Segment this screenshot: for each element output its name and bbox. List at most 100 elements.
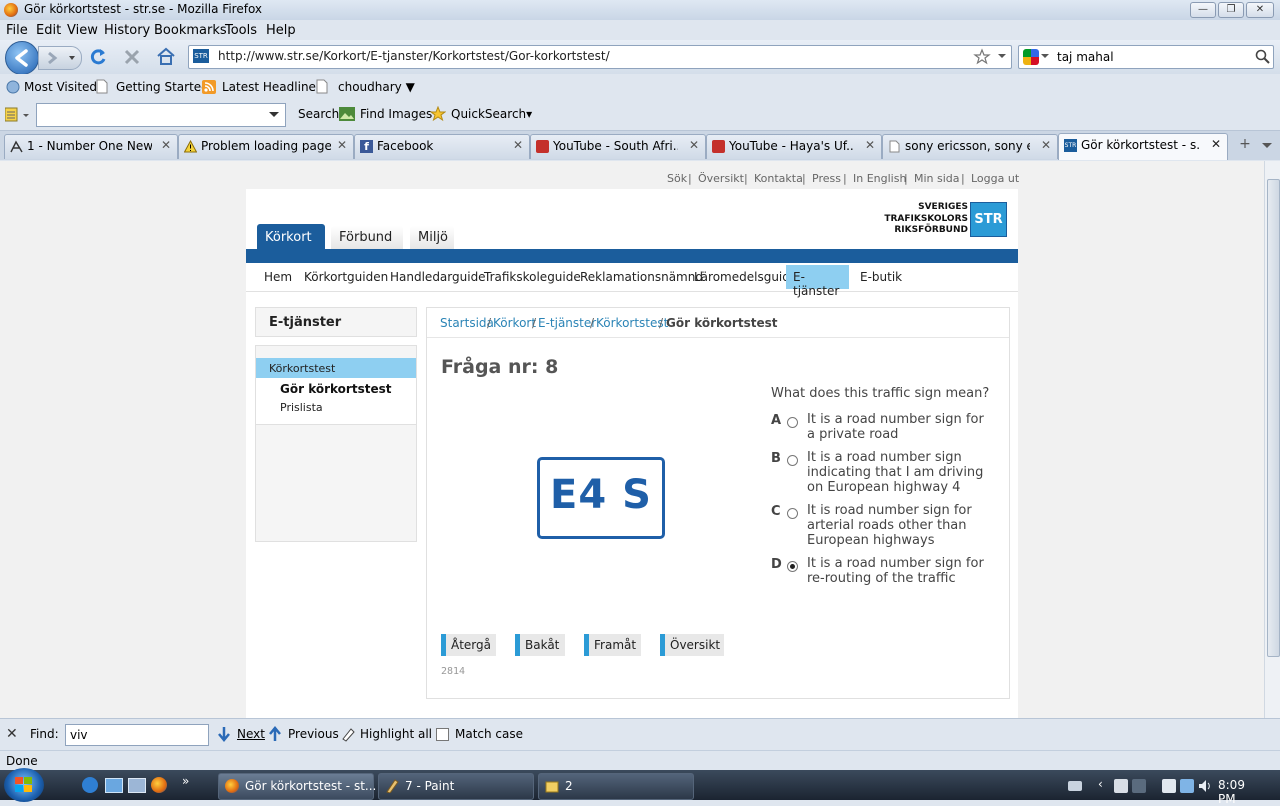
subnav-trafikskoleguide[interactable]: Trafikskoleguide: [484, 270, 581, 284]
reload-icon[interactable]: [88, 47, 108, 67]
combobox-dropdown-icon[interactable]: [269, 112, 279, 118]
tab-number-one-news[interactable]: 1 - Number One New... ✕: [4, 134, 178, 159]
back-button[interactable]: [5, 41, 39, 75]
main-tab-forbund[interactable]: Förbund: [331, 226, 403, 249]
forward-button[interactable]: [38, 46, 82, 70]
main-tab-miljo[interactable]: Miljö: [410, 226, 454, 249]
search-value[interactable]: taj mahal: [1057, 50, 1114, 64]
taskbar-item-paint[interactable]: 7 - Paint: [378, 773, 534, 800]
close-window-button[interactable]: ✕: [1246, 2, 1274, 18]
home-icon[interactable]: [155, 46, 177, 66]
framat-button[interactable]: Framåt: [584, 634, 641, 656]
engine-dropdown-icon[interactable]: [1041, 54, 1049, 60]
util-link-in-english[interactable]: In English: [853, 172, 906, 185]
tray-app-icon[interactable]: [1162, 779, 1176, 793]
close-tab-icon[interactable]: ✕: [513, 138, 523, 152]
tray-app-icon[interactable]: [1132, 779, 1146, 793]
bookmark-getting-started[interactable]: Getting Started: [116, 80, 209, 94]
arrow-up-icon[interactable]: [267, 726, 283, 742]
network-icon[interactable]: [1180, 779, 1194, 793]
subnav-reklamationsnamnd[interactable]: Reklamationsnämnd: [580, 270, 703, 284]
util-link-press[interactable]: Press: [812, 172, 841, 185]
util-link-oversikt[interactable]: Översikt: [698, 172, 744, 185]
ie-icon[interactable]: [82, 777, 98, 793]
toolbar-search-combobox[interactable]: [36, 103, 286, 127]
new-tab-button[interactable]: +: [1232, 136, 1258, 156]
sidebar-item-gor-korkortstest[interactable]: Gör körkortstest: [280, 382, 391, 396]
start-button[interactable]: [4, 768, 44, 802]
google-engine-icon[interactable]: [1023, 49, 1039, 65]
scrollbar-thumb[interactable]: [1267, 179, 1280, 657]
option-radio[interactable]: [787, 455, 798, 466]
subnav-korkortguiden[interactable]: Körkortguiden: [304, 270, 388, 284]
arrow-down-icon[interactable]: [216, 726, 232, 742]
switch-windows-icon[interactable]: [128, 778, 146, 793]
toolbar-menu-icon[interactable]: [5, 107, 29, 123]
str-logo-mark[interactable]: STR: [970, 202, 1007, 237]
tab-problem-loading[interactable]: Problem loading page ✕: [178, 134, 354, 159]
volume-icon[interactable]: [1198, 779, 1212, 793]
bookmark-latest-headlines[interactable]: Latest Headlines: [222, 80, 322, 94]
tab-youtube-south-africa[interactable]: YouTube - South Afri... ✕: [530, 134, 706, 159]
stop-icon[interactable]: [122, 47, 142, 67]
match-case-checkbox[interactable]: [436, 728, 449, 741]
close-tab-icon[interactable]: ✕: [1211, 137, 1221, 151]
bookmark-most-visited[interactable]: Most Visited: [24, 80, 97, 94]
tab-list-icon[interactable]: [1262, 143, 1272, 149]
toolbar-search-button[interactable]: Search: [298, 107, 339, 121]
url-dropdown-icon[interactable]: [997, 53, 1007, 61]
subnav-handledarguide[interactable]: Handledarguide: [390, 270, 486, 284]
maximize-button[interactable]: ❐: [1218, 2, 1244, 18]
atergaa-button[interactable]: Återgå: [441, 634, 496, 656]
option-radio-selected[interactable]: [787, 561, 798, 572]
tab-sony-ericsson[interactable]: sony ericsson, sony e... ✕: [882, 134, 1058, 159]
close-tab-icon[interactable]: ✕: [689, 138, 699, 152]
bakat-button[interactable]: Bakåt: [515, 634, 565, 656]
search-input[interactable]: taj mahal: [1018, 45, 1274, 69]
taskbar-item-firefox[interactable]: Gör körkortstest - st...: [218, 773, 376, 800]
keyboard-icon[interactable]: [1068, 781, 1082, 791]
url-text[interactable]: http://www.str.se/Korkort/E-tjanster/Kor…: [218, 49, 610, 63]
close-tab-icon[interactable]: ✕: [865, 138, 875, 152]
find-images-button[interactable]: Find Images: [360, 107, 432, 121]
menu-help[interactable]: Help: [266, 23, 296, 38]
bookmark-choudhary[interactable]: choudhary ▼: [338, 80, 415, 94]
show-desktop-icon[interactable]: [105, 778, 123, 793]
option-radio[interactable]: [787, 417, 798, 428]
subnav-e-butik[interactable]: E-butik: [860, 270, 902, 284]
bookmark-star-icon[interactable]: [973, 48, 991, 66]
util-link-logga-ut[interactable]: Logga ut: [971, 172, 1019, 185]
breadcrumb-e-tjanster[interactable]: E-tjänster: [538, 316, 596, 330]
util-link-kontakta[interactable]: Kontakta: [754, 172, 803, 185]
menu-edit[interactable]: Edit: [36, 23, 61, 38]
menu-bookmarks[interactable]: Bookmarks: [154, 23, 227, 38]
subnav-laromedelsguide[interactable]: Läromedelsguide: [694, 270, 797, 284]
subnav-e-tjanster[interactable]: E-tjänster: [786, 265, 849, 298]
subnav-hem[interactable]: Hem: [264, 270, 292, 284]
vertical-scrollbar[interactable]: [1264, 161, 1280, 718]
find-previous-button[interactable]: Previous: [288, 727, 339, 741]
breadcrumb-startsida[interactable]: Startsida: [440, 316, 494, 330]
tray-app-icon[interactable]: [1114, 779, 1128, 793]
menu-file[interactable]: File: [6, 23, 28, 38]
clock[interactable]: 8:09 PM: [1218, 778, 1260, 806]
tab-youtube-haya[interactable]: YouTube - Haya's Uf... ✕: [706, 134, 882, 159]
find-next-button[interactable]: Next: [237, 727, 265, 741]
search-icon[interactable]: [1255, 49, 1271, 65]
close-tab-icon[interactable]: ✕: [161, 138, 171, 152]
oversikt-button[interactable]: Översikt: [660, 634, 724, 656]
util-link-sok[interactable]: Sök: [667, 172, 687, 185]
util-link-min-sida[interactable]: Min sida: [914, 172, 960, 185]
sidebar-item-korkortstest[interactable]: Körkortstest: [256, 358, 416, 378]
sidebar-item-prislista[interactable]: Prislista: [280, 401, 323, 414]
close-tab-icon[interactable]: ✕: [337, 138, 347, 152]
find-input-value[interactable]: viv: [70, 728, 88, 742]
quicksearch-button[interactable]: QuickSearch▾: [451, 107, 532, 121]
menu-history[interactable]: History: [104, 23, 150, 38]
minimize-button[interactable]: —: [1190, 2, 1216, 18]
firefox-quicklaunch-icon[interactable]: [151, 777, 167, 793]
breadcrumb-korkort[interactable]: Körkort: [493, 316, 536, 330]
taskbar-item-folder[interactable]: 2: [538, 773, 694, 800]
tab-gor-korkortstest[interactable]: STR Gör körkortstest - s... ✕: [1058, 133, 1228, 160]
menu-tools[interactable]: Tools: [225, 23, 257, 38]
